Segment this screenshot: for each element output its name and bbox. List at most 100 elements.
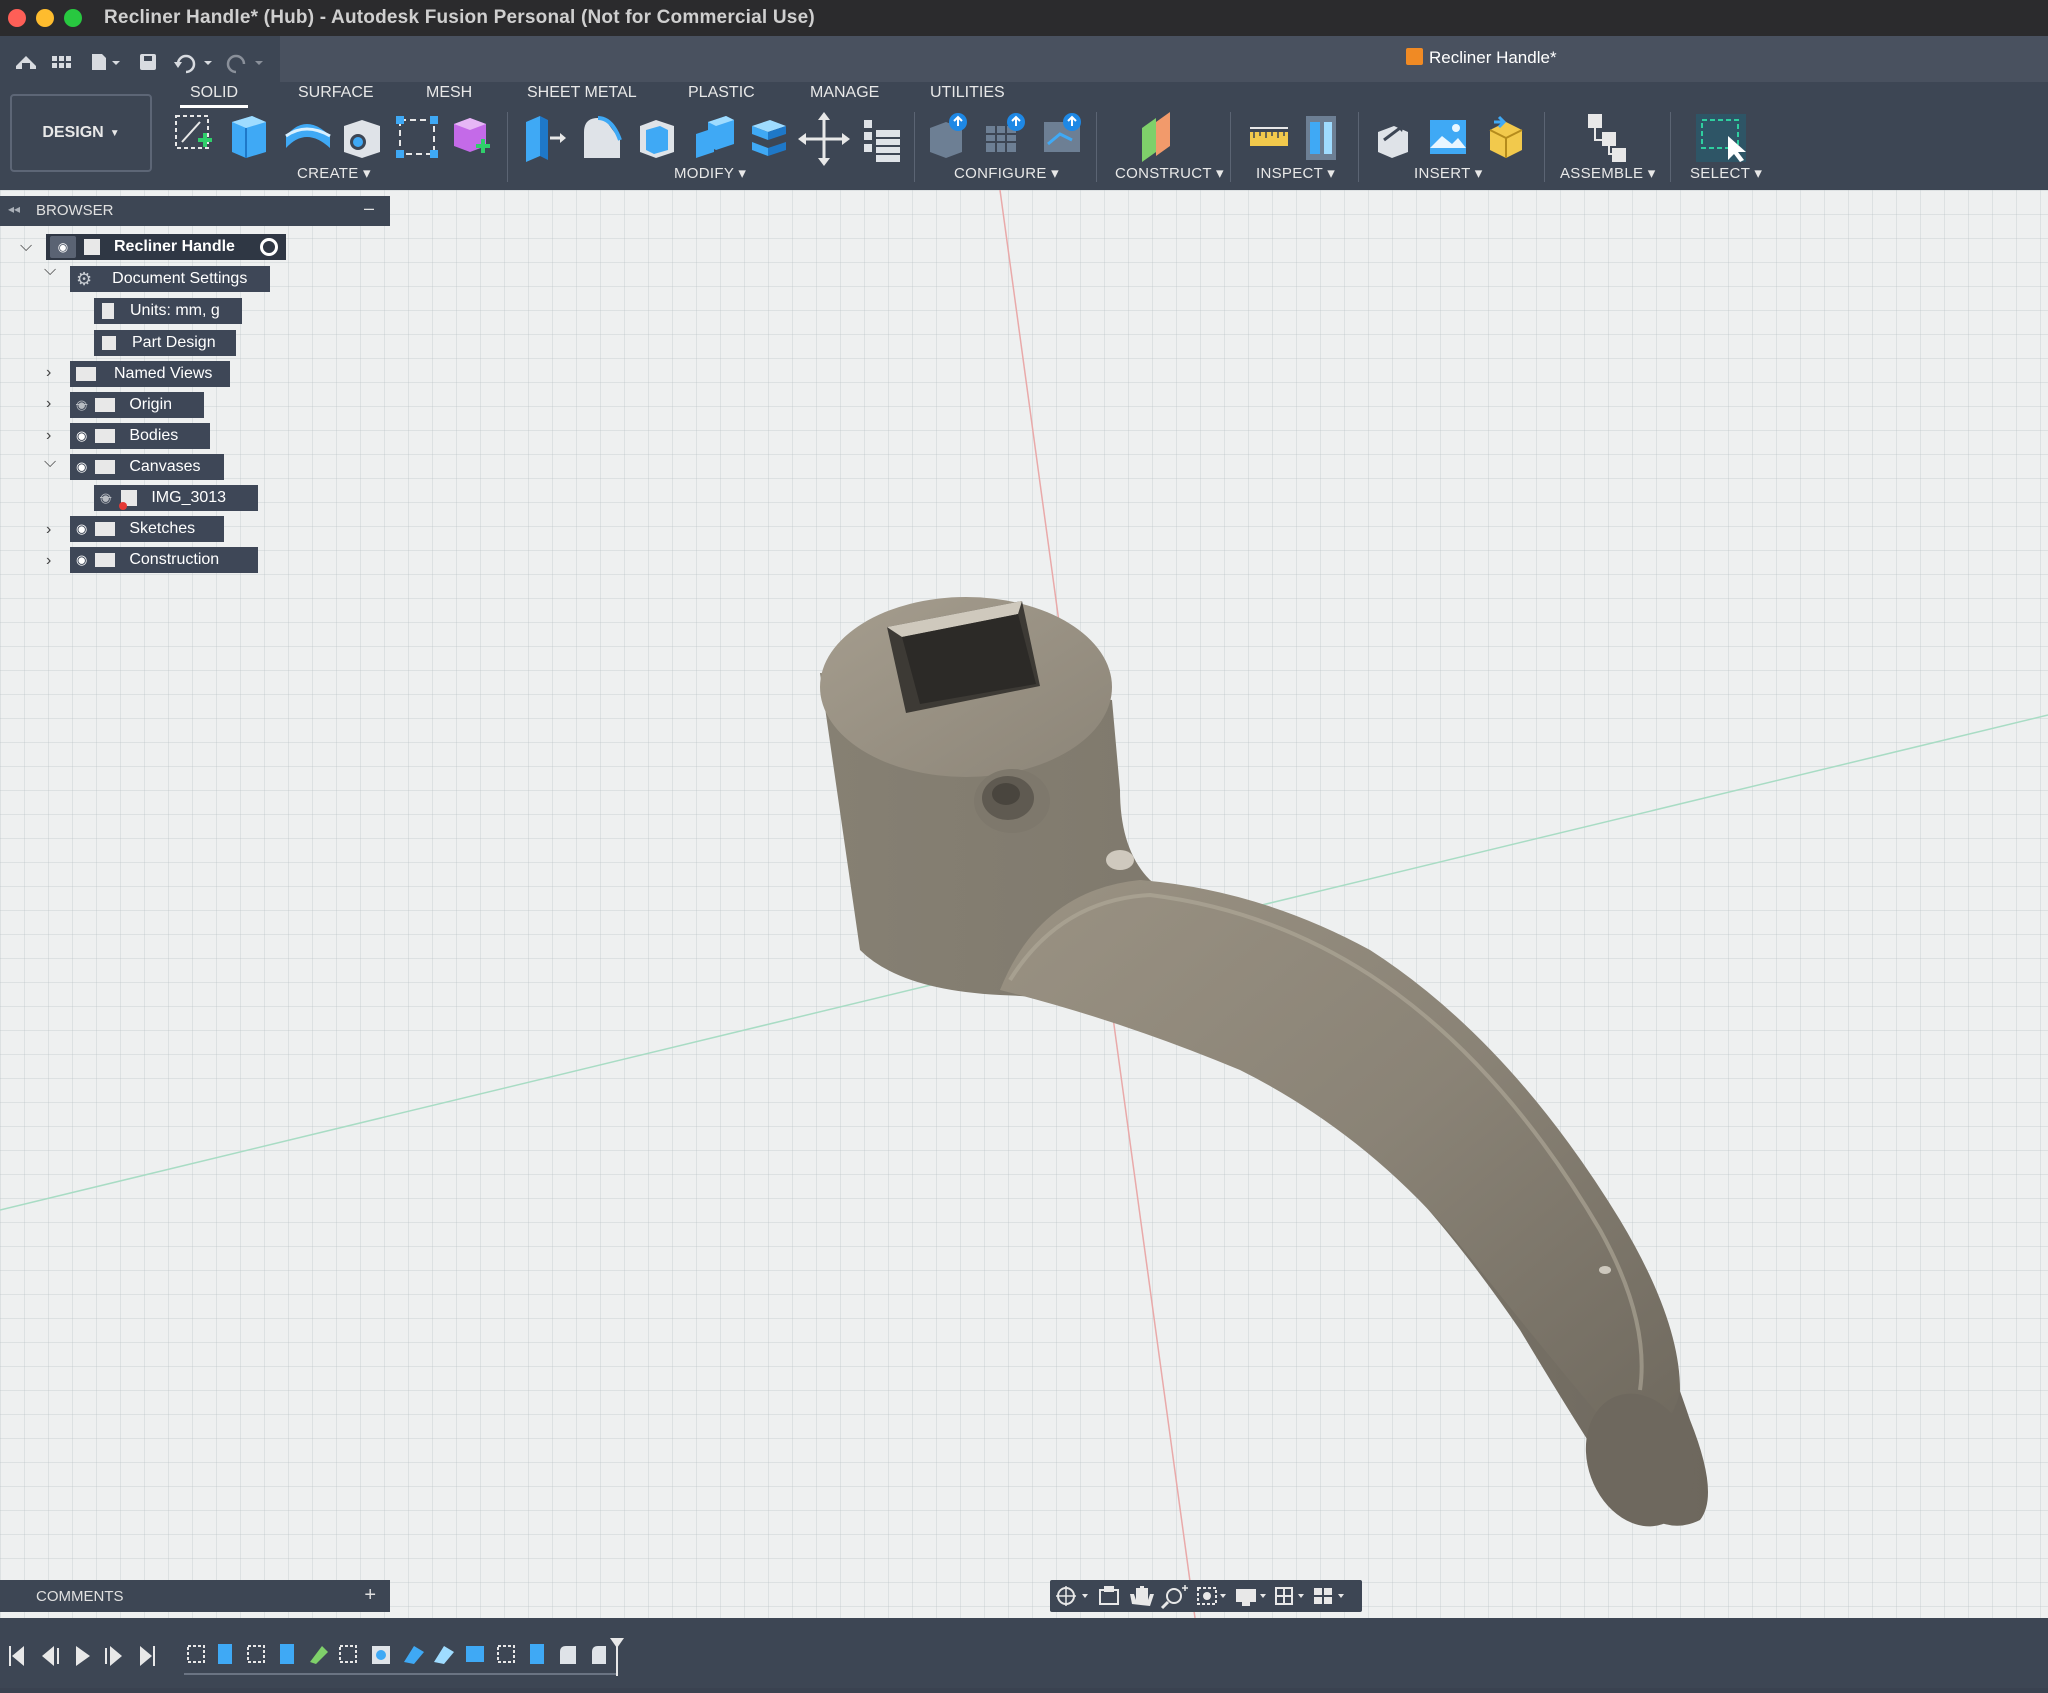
group-construct[interactable]: CONSTRUCT ▾ [1115,164,1224,182]
tree-bodies[interactable]: ◉ Bodies [70,423,210,449]
timeline-feature-extrude-icon[interactable] [530,1644,544,1664]
look-at-icon[interactable] [1099,1586,1119,1605]
eye-icon[interactable]: ◉ [76,521,87,537]
press-pull-icon[interactable] [526,116,566,162]
undo-icon[interactable] [174,54,212,74]
recliner-handle-model[interactable] [820,597,1712,1542]
zoom-window-button[interactable] [64,9,82,27]
insert-mesh-icon[interactable] [1489,115,1523,158]
viewports-icon[interactable] [1314,1588,1344,1604]
group-modify[interactable]: MODIFY ▾ [674,164,746,182]
step-forward-icon[interactable] [105,1646,122,1666]
configure-rules-icon[interactable] [1044,113,1081,152]
activate-radio-icon[interactable] [260,238,278,256]
canvas-viewport[interactable] [0,190,2048,1618]
tree-canvas-img[interactable]: ◉ IMG_3013 [94,485,258,511]
chevron-right-icon[interactable]: › [46,521,51,539]
timeline-feature-sketch-icon[interactable] [339,1645,357,1663]
create-sketch-icon[interactable] [175,115,212,149]
change-parameters-icon[interactable] [864,120,900,162]
new-component-icon[interactable] [1588,114,1626,162]
minimize-window-button[interactable] [36,9,54,27]
display-settings-icon[interactable] [1236,1589,1266,1606]
tree-named-views[interactable]: Named Views [70,361,230,387]
insert-derive-icon[interactable] [1378,124,1408,158]
shell-icon[interactable] [640,120,674,158]
timeline-feature-sketch-icon[interactable] [187,1645,205,1663]
chevron-right-icon[interactable]: › [46,427,51,445]
tree-part-design[interactable]: Part Design [94,330,236,356]
tree-document-settings[interactable]: ⚙ Document Settings [70,266,270,292]
zoom-icon[interactable] [1160,1585,1188,1610]
data-panel-grid-icon[interactable] [52,56,71,68]
play-icon[interactable] [76,1646,90,1666]
collapse-panel-icon[interactable]: ◂◂ [8,202,20,216]
timeline-marker-icon[interactable] [610,1638,624,1676]
eye-hidden-icon[interactable]: ◉ [76,397,87,413]
timeline-feature-fillet-icon[interactable] [592,1646,606,1664]
chevron-right-icon[interactable]: › [46,364,51,382]
create-form-icon[interactable] [454,118,490,153]
save-icon[interactable] [140,54,156,70]
file-menu-icon[interactable] [92,54,120,70]
timeline-feature-form-icon[interactable] [310,1646,328,1664]
minimize-panel-icon[interactable]: – [364,198,374,219]
timeline-feature-extrude-icon[interactable] [280,1644,294,1664]
group-insert[interactable]: INSERT ▾ [1414,164,1483,182]
configure-rows-icon[interactable] [986,113,1025,152]
orbit-icon[interactable] [1056,1586,1088,1606]
tree-sketches[interactable]: ◉ Sketches [70,516,224,542]
hole-icon[interactable] [344,120,380,158]
fit-view-icon[interactable] [1197,1587,1226,1605]
timeline-feature-hole-icon[interactable] [372,1646,390,1664]
group-create[interactable]: CREATE ▾ [297,164,371,182]
add-comment-icon[interactable]: + [364,1584,376,1607]
eye-hidden-icon[interactable]: ◉ [100,490,111,506]
eye-icon[interactable]: ◉ [50,236,76,258]
eye-icon[interactable]: ◉ [76,428,87,444]
eye-icon[interactable]: ◉ [76,552,87,568]
chevron-right-icon[interactable]: › [46,395,51,413]
move-copy-icon[interactable] [798,112,850,166]
extrude-icon[interactable] [232,116,266,158]
pan-hand-icon[interactable] [1130,1586,1154,1606]
group-inspect[interactable]: INSPECT ▾ [1256,164,1335,182]
section-analysis-icon[interactable] [1306,116,1336,160]
fillet-icon[interactable] [584,116,622,158]
measure-icon[interactable] [1250,127,1288,146]
document-tab[interactable]: Recliner Handle* [1406,48,1557,68]
timeline-feature-sketch-icon[interactable] [497,1645,515,1663]
offset-plane-icon[interactable] [1142,112,1170,162]
configure-table-icon[interactable] [930,113,967,158]
redo-icon[interactable] [226,54,263,74]
chevron-right-icon[interactable]: › [46,552,51,570]
group-select[interactable]: SELECT ▾ [1690,164,1762,182]
chevron-down-icon[interactable]: ⌵ [44,454,56,472]
grid-settings-icon[interactable] [1275,1587,1304,1605]
rectangular-pattern-icon[interactable] [396,116,438,158]
home-icon[interactable] [16,56,36,69]
tree-units[interactable]: Units: mm, g [94,298,242,324]
eye-icon[interactable]: ◉ [76,459,87,475]
tree-canvases[interactable]: ◉ Canvases [70,454,224,480]
tree-origin[interactable]: ◉ Origin [70,392,204,418]
timeline-feature-canvas-icon[interactable] [466,1646,484,1662]
step-back-icon[interactable] [42,1646,59,1666]
go-to-end-icon[interactable] [140,1646,155,1666]
close-window-button[interactable] [8,9,26,27]
chevron-down-icon[interactable]: ⌵ [20,238,32,256]
group-configure[interactable]: CONFIGURE ▾ [954,164,1059,182]
split-body-icon[interactable] [752,120,786,156]
go-to-start-icon[interactable] [9,1646,24,1666]
combine-icon[interactable] [696,116,734,158]
timeline-feature-extrude-icon[interactable] [218,1644,232,1664]
tree-root-component[interactable]: ◉ Recliner Handle [46,234,286,260]
insert-canvas-icon[interactable] [1430,120,1466,154]
browser-panel-header[interactable]: ◂◂ BROWSER – [0,196,390,226]
group-assemble[interactable]: ASSEMBLE ▾ [1560,164,1656,182]
timeline-feature-combine-icon[interactable] [404,1646,424,1664]
timeline-feature-sketch-icon[interactable] [247,1645,265,1663]
tree-construction[interactable]: ◉ Construction [70,547,258,573]
chevron-down-icon[interactable]: ⌵ [44,262,56,280]
timeline-feature-combine-icon[interactable] [434,1646,454,1664]
